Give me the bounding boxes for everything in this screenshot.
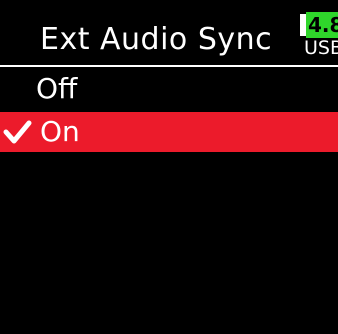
menu-item-label: Off <box>36 72 78 105</box>
title-divider <box>0 65 338 67</box>
page-title: Ext Audio Sync <box>40 22 273 57</box>
menu-item-off[interactable]: Off <box>0 69 338 109</box>
menu-item-label: On <box>40 115 80 148</box>
battery-voltage: 4.8 <box>306 12 338 38</box>
menu-item-on[interactable]: On <box>0 112 338 152</box>
power-source-label: USB <box>304 37 338 59</box>
power-status: 4.8 USB <box>300 8 338 60</box>
device-screen: Ext Audio Sync 4.8 USB Off On <box>0 0 338 334</box>
check-icon <box>3 120 32 144</box>
